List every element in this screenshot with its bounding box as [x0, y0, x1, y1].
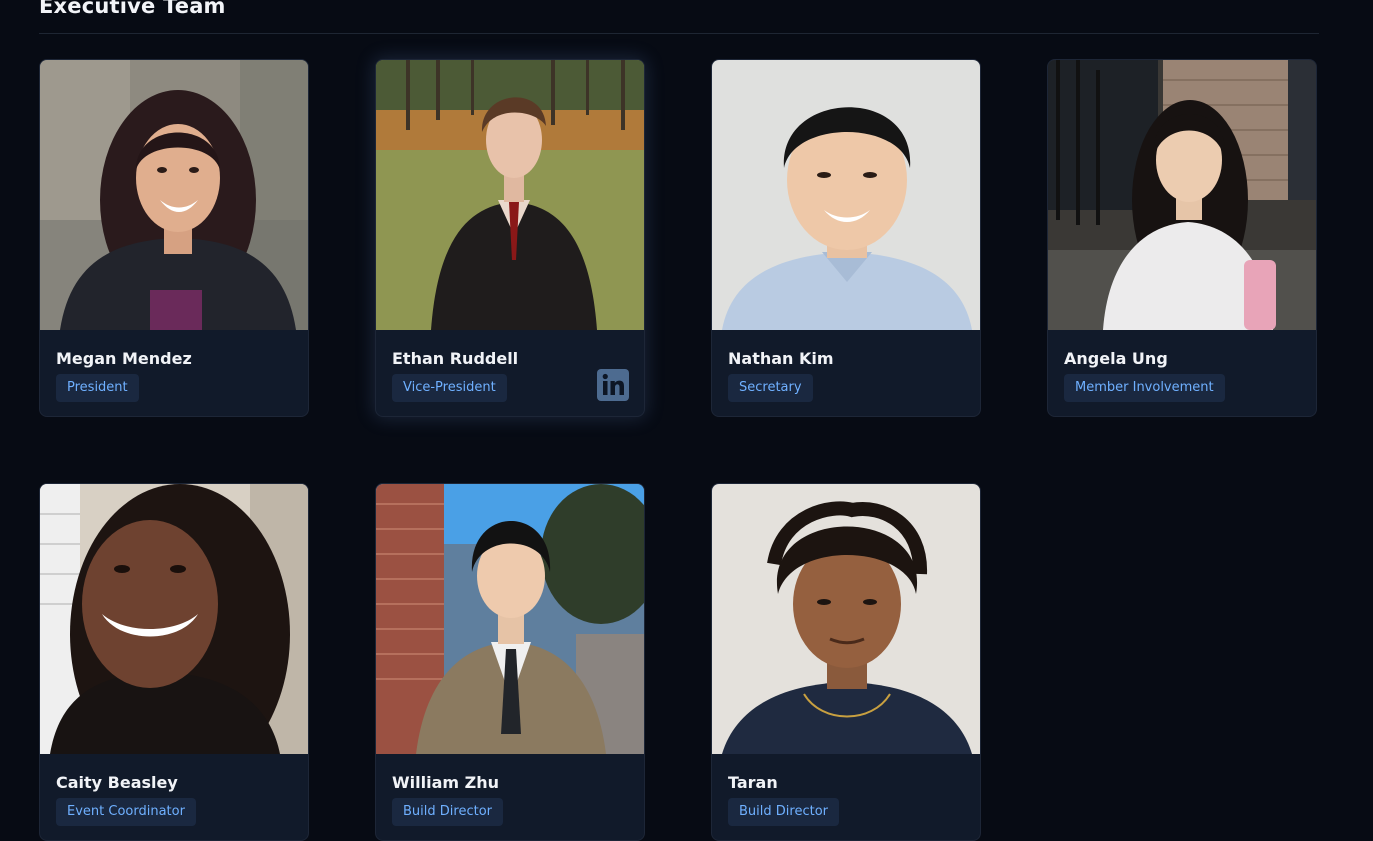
member-card-ethan-ruddell: Ethan Ruddell Vice-President: [375, 59, 645, 417]
member-card-taran: Taran Build Director: [711, 483, 981, 841]
member-name: Taran: [728, 773, 778, 792]
member-role-badge: Build Director: [392, 798, 503, 826]
linkedin-icon[interactable]: [597, 369, 629, 401]
member-photo: [712, 484, 980, 754]
section-title: Executive Team: [39, 0, 226, 18]
member-name: William Zhu: [392, 773, 500, 792]
member-name: Megan Mendez: [56, 349, 192, 368]
section-divider: [39, 33, 1319, 34]
member-photo: [40, 60, 308, 330]
member-role-badge: Event Coordinator: [56, 798, 196, 826]
member-photo: [1048, 60, 1316, 330]
member-role-badge: Build Director: [728, 798, 839, 826]
member-photo: [376, 484, 644, 754]
member-photo: [712, 60, 980, 330]
member-photo: [40, 484, 308, 754]
member-card-nathan-kim: Nathan Kim Secretary: [711, 59, 981, 417]
member-photo: [376, 60, 644, 330]
member-card-caity-beasley: Caity Beasley Event Coordinator: [39, 483, 309, 841]
member-role-badge: Member Involvement: [1064, 374, 1225, 402]
member-card-angela-ung: Angela Ung Member Involvement: [1047, 59, 1317, 417]
member-name: Caity Beasley: [56, 773, 178, 792]
member-card-megan-mendez: Megan Mendez President: [39, 59, 309, 417]
member-role-badge: Vice-President: [392, 374, 507, 402]
member-name: Nathan Kim: [728, 349, 834, 368]
member-role-badge: Secretary: [728, 374, 813, 402]
member-card-william-zhu: William Zhu Build Director: [375, 483, 645, 841]
member-name: Ethan Ruddell: [392, 349, 519, 368]
member-name: Angela Ung: [1064, 349, 1168, 368]
member-role-badge: President: [56, 374, 139, 402]
